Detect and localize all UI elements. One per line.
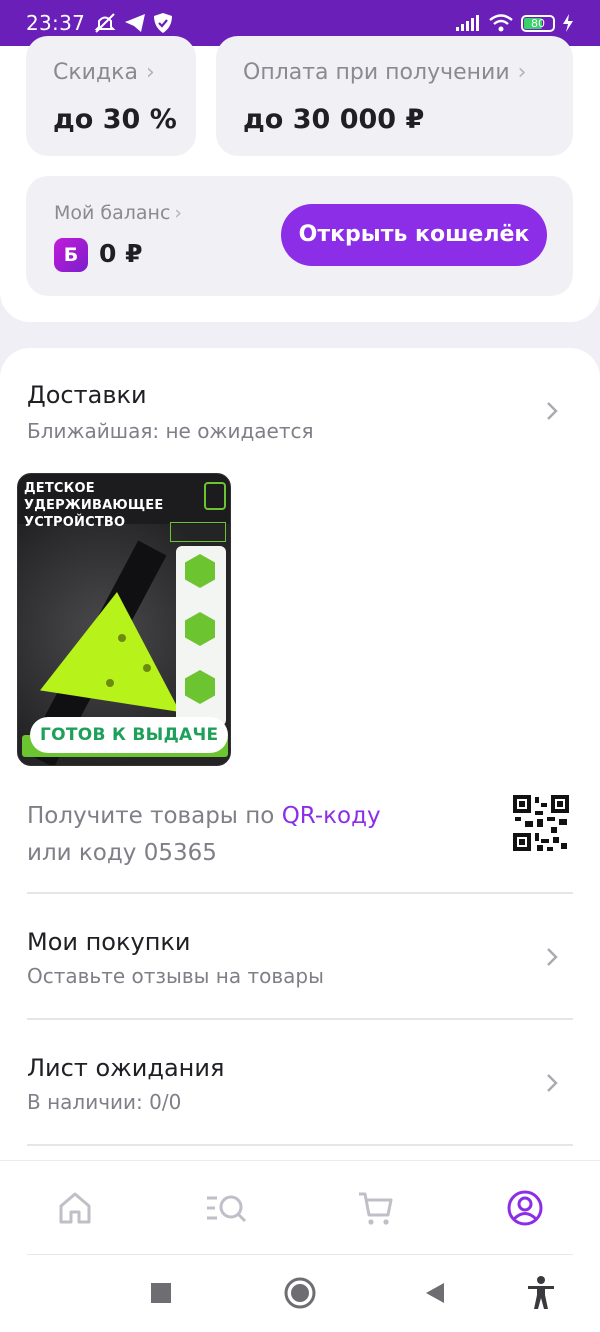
waitlist-title: Лист ожидания [27, 1054, 225, 1082]
chevron-right-icon [547, 1074, 558, 1092]
recents-icon[interactable] [151, 1283, 171, 1303]
signal-icon [456, 15, 479, 31]
cart-icon[interactable] [356, 1188, 396, 1228]
home-icon[interactable] [55, 1188, 95, 1228]
telegram-icon [125, 14, 146, 32]
purchases-title: Мои покупки [27, 928, 191, 956]
cod-value: до 30 000 ₽ [243, 104, 425, 135]
divider [27, 1018, 573, 1020]
discount-value: до 30 % [53, 104, 177, 135]
chevron-right-icon: › [517, 60, 527, 85]
divider [27, 1144, 573, 1146]
open-wallet-button[interactable]: Открыть кошелёк [281, 204, 547, 266]
discount-label: Скидка [53, 60, 138, 85]
balance-currency-icon: Б [54, 238, 88, 272]
seatbelt-icon [204, 482, 226, 510]
made-in-russia-icon [170, 522, 226, 542]
battery-icon: 80 [521, 14, 555, 32]
wifi-icon [489, 14, 513, 32]
deliveries-subtitle: Ближайшая: не ожидается [27, 419, 314, 443]
deliveries-title: Доставки [27, 381, 147, 409]
qr-code-link[interactable]: QR-коду [282, 803, 381, 829]
qr-code-icon[interactable] [513, 795, 569, 851]
system-nav-bar [0, 1254, 600, 1332]
features-panel [176, 546, 226, 726]
orders-card: Доставки Ближайшая: не ожидается ДЕТСКОЕ… [0, 348, 600, 1178]
pickup-text: Получите товары по [27, 803, 282, 829]
ready-status-badge: ГОТОВ К ВЫДАЧЕ [30, 717, 229, 753]
waitlist-subtitle: В наличии: 0/0 [27, 1090, 182, 1114]
shield-icon [154, 13, 173, 33]
pickup-info: Получите товары по QR-коду или коду 0536… [27, 798, 381, 872]
cash-on-delivery-tile[interactable]: Оплата при получении › до 30 000 ₽ [216, 36, 573, 156]
profile-icon[interactable] [505, 1188, 545, 1228]
purchases-subtitle: Оставьте отзывы на товары [27, 964, 324, 988]
accessibility-icon[interactable] [525, 1275, 557, 1311]
cod-label: Оплата при получении [243, 60, 510, 85]
pickup-code: или коду 05365 [27, 840, 217, 866]
account-summary-card: Скидка › до 30 % Оплата при получении › до… [0, 36, 600, 322]
status-time: 23:37 [26, 11, 86, 35]
discount-tile[interactable]: Скидка › до 30 % [26, 36, 196, 156]
install-icon [185, 670, 215, 704]
car-icon [185, 554, 215, 588]
product-thumbnail[interactable]: ДЕТСКОЕ УДЕРЖИВАЮЩЕЕ УСТРОЙСТВО ГОТОВ К … [17, 473, 231, 766]
chevron-right-icon: › [174, 202, 183, 224]
bottom-tab-bar [0, 1160, 600, 1254]
catalog-search-icon[interactable] [205, 1188, 249, 1228]
material-icon [185, 612, 215, 646]
back-icon[interactable] [424, 1282, 446, 1304]
home-nav-icon[interactable] [284, 1277, 316, 1309]
balance-tile: Мой баланс › Б 0 ₽ Открыть кошелёк [26, 176, 573, 296]
chevron-right-icon: › [145, 60, 155, 85]
chevron-right-icon [547, 948, 558, 966]
balance-value: 0 ₽ [99, 239, 143, 268]
balance-link[interactable]: Мой баланс › [54, 202, 182, 224]
mute-icon [94, 13, 116, 33]
divider [27, 892, 573, 894]
balance-label: Мой баланс [54, 202, 171, 224]
product-image-title: ДЕТСКОЕ УДЕРЖИВАЮЩЕЕ УСТРОЙСТВО [24, 481, 164, 530]
charging-icon [563, 14, 573, 32]
chevron-right-icon [547, 402, 558, 420]
